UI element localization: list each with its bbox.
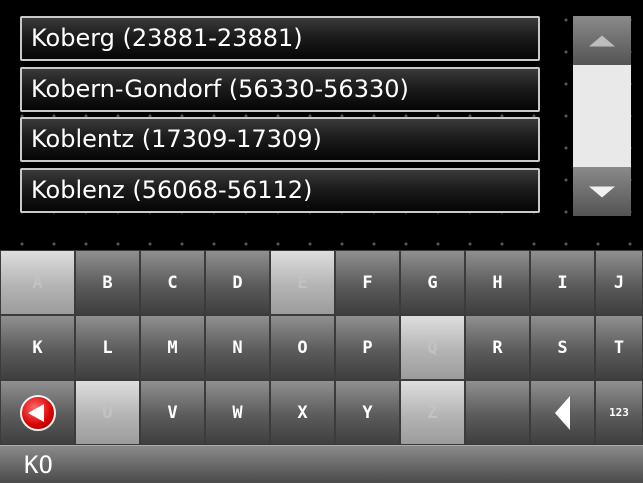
key-i[interactable]: I bbox=[530, 250, 595, 315]
arrow-up-icon bbox=[589, 35, 615, 46]
key-label: L bbox=[102, 337, 113, 358]
backspace-key[interactable] bbox=[530, 380, 595, 445]
key-label: T bbox=[613, 337, 625, 358]
key-label: B bbox=[102, 272, 113, 293]
key-label: 123 bbox=[609, 406, 629, 419]
key-j[interactable]: J bbox=[595, 250, 643, 315]
key-b[interactable]: B bbox=[75, 250, 140, 315]
key-y[interactable]: Y bbox=[335, 380, 400, 445]
key-label: R bbox=[492, 337, 503, 358]
key-z: Z bbox=[400, 380, 465, 445]
list-item[interactable]: Koblenz (56068-56112) bbox=[20, 168, 540, 213]
key-u: U bbox=[75, 380, 140, 445]
key-r[interactable]: R bbox=[465, 315, 530, 380]
results-list: Koberg (23881-23881) Kobern-Gondorf (563… bbox=[0, 0, 643, 250]
key-label: Y bbox=[362, 402, 373, 423]
key-d[interactable]: D bbox=[205, 250, 270, 315]
key-label: I bbox=[557, 272, 568, 293]
key-a: A bbox=[0, 250, 75, 315]
key-c[interactable]: C bbox=[140, 250, 205, 315]
key-label: Z bbox=[427, 402, 438, 423]
key-label: D bbox=[232, 272, 243, 293]
scroll-down-button[interactable] bbox=[573, 167, 631, 216]
search-input[interactable]: KO bbox=[24, 448, 53, 482]
key-k[interactable]: K bbox=[0, 315, 75, 380]
key-label: W bbox=[232, 402, 243, 423]
scroll-up-button[interactable] bbox=[573, 16, 631, 65]
key-label: F bbox=[362, 272, 373, 293]
key-label: E bbox=[297, 272, 308, 293]
key-label: X bbox=[297, 402, 308, 423]
key-label: M bbox=[167, 337, 178, 358]
key-label: V bbox=[167, 402, 178, 423]
key-q: Q bbox=[400, 315, 465, 380]
scrollbar[interactable] bbox=[573, 16, 631, 216]
key-label: N bbox=[232, 337, 243, 358]
list-item[interactable]: Koberg (23881-23881) bbox=[20, 16, 540, 61]
key-m[interactable]: M bbox=[140, 315, 205, 380]
key-label: A bbox=[32, 272, 43, 293]
key-label: C bbox=[167, 272, 178, 293]
key-x[interactable]: X bbox=[270, 380, 335, 445]
key-label: K bbox=[32, 337, 43, 358]
key-label: J bbox=[613, 272, 625, 293]
key-label: S bbox=[557, 337, 568, 358]
key-g[interactable]: G bbox=[400, 250, 465, 315]
key-w[interactable]: W bbox=[205, 380, 270, 445]
key-label: O bbox=[297, 337, 308, 358]
key-t[interactable]: T bbox=[595, 315, 643, 380]
key-o[interactable]: O bbox=[270, 315, 335, 380]
list-item[interactable]: Kobern-Gondorf (56330-56330) bbox=[20, 67, 540, 112]
arrow-down-icon bbox=[589, 186, 615, 197]
back-red-icon bbox=[19, 394, 56, 431]
key-h[interactable]: H bbox=[465, 250, 530, 315]
key-f[interactable]: F bbox=[335, 250, 400, 315]
search-input-bar[interactable]: KO bbox=[0, 445, 643, 483]
back-button[interactable] bbox=[0, 380, 75, 445]
key-label: H bbox=[492, 272, 503, 293]
key-l[interactable]: L bbox=[75, 315, 140, 380]
key-label: U bbox=[102, 402, 113, 423]
space-key[interactable] bbox=[465, 380, 530, 445]
key-s[interactable]: S bbox=[530, 315, 595, 380]
key-label: Q bbox=[427, 337, 438, 358]
key-label: P bbox=[362, 337, 373, 358]
numeric-mode-key[interactable]: 123 bbox=[595, 380, 643, 445]
backspace-arrow-icon bbox=[555, 395, 570, 430]
key-p[interactable]: P bbox=[335, 315, 400, 380]
key-label: G bbox=[427, 272, 438, 293]
key-v[interactable]: V bbox=[140, 380, 205, 445]
key-n[interactable]: N bbox=[205, 315, 270, 380]
onscreen-keyboard: A B C D E F G H I J K L M N O P Q R S T U V W X Y Z 123 bbox=[0, 250, 643, 445]
key-e: E bbox=[270, 250, 335, 315]
list-item[interactable]: Koblentz (17309-17309) bbox=[20, 117, 540, 162]
